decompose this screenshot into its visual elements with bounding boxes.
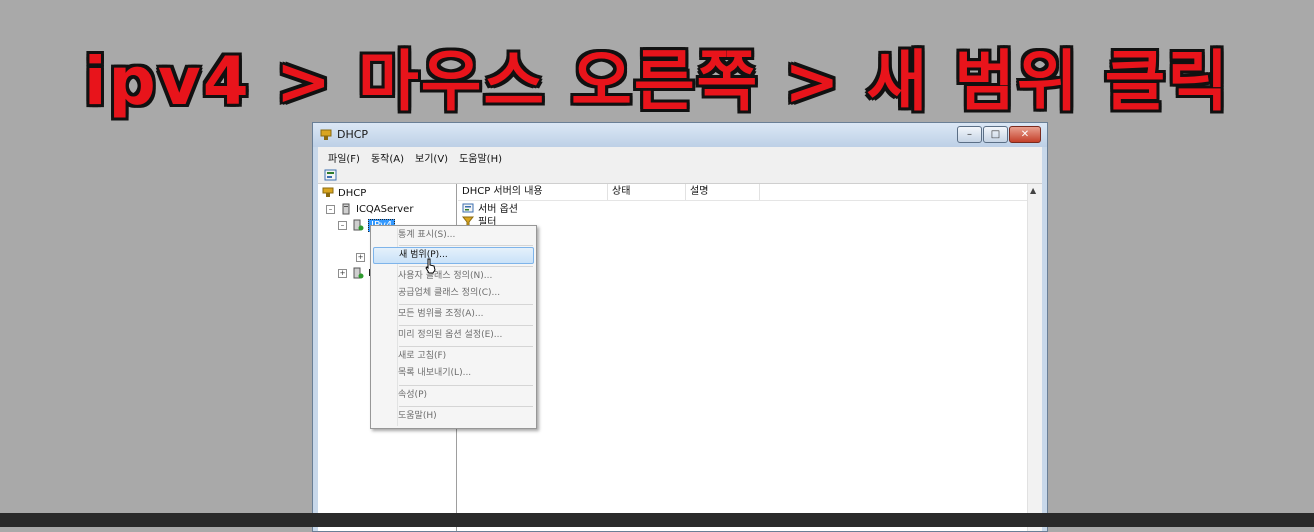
list-header: DHCP 서버의 내용 상태 설명	[458, 184, 1028, 201]
maximize-button[interactable]: □	[983, 126, 1008, 143]
menu-separator	[399, 325, 533, 326]
properties-toolbar-icon[interactable]	[324, 168, 338, 182]
expand-icon[interactable]: +	[338, 268, 347, 278]
menu-item-show-statistics[interactable]: 통계 표시(S)...	[373, 227, 534, 244]
instruction-banner: ipv4 > 마우스 오른쪽 > 새 범위 클릭	[83, 43, 1231, 120]
minimize-button[interactable]: –	[957, 126, 982, 143]
menu-action[interactable]: 동작(A)	[371, 150, 404, 165]
close-button[interactable]: ✕	[1009, 126, 1041, 143]
menu-item-properties[interactable]: 속성(P)	[373, 387, 534, 404]
collapse-icon[interactable]: –	[326, 204, 335, 214]
menu-item-define-vendor-classes[interactable]: 공급업체 클래스 정의(C)...	[373, 285, 534, 302]
expand-icon[interactable]: +	[356, 252, 365, 262]
menu-separator	[399, 245, 533, 246]
column-header-contents[interactable]: DHCP 서버의 내용	[458, 184, 608, 200]
window-title: DHCP	[337, 128, 369, 141]
menu-separator	[399, 406, 533, 407]
context-menu: 통계 표시(S)... 새 범위(P)... 사용자 클래스 정의(N)... …	[370, 225, 537, 429]
menu-view[interactable]: 보기(V)	[415, 150, 448, 165]
column-header-status[interactable]: 상태	[608, 184, 686, 200]
subtitle-bar	[0, 513, 1314, 527]
menu-separator	[399, 304, 533, 305]
tree-item-ipv6[interactable]: + I	[338, 265, 371, 281]
menu-file[interactable]: 파일(F)	[328, 150, 360, 165]
menu-item-help[interactable]: 도움말(H)	[373, 408, 534, 425]
menu-item-export-list[interactable]: 목록 내보내기(L)...	[373, 365, 534, 382]
ipv4-icon	[353, 219, 364, 231]
server-icon	[342, 203, 350, 215]
menu-bar: 파일(F) 동작(A) 보기(V) 도움말(H)	[318, 147, 1042, 167]
tree-item-dhcp[interactable]: DHCP	[322, 185, 366, 201]
dhcp-tree-icon	[322, 187, 334, 197]
menu-item-new-scope[interactable]: 새 범위(P)...	[373, 247, 534, 264]
vertical-scrollbar[interactable]: ▲	[1027, 184, 1042, 531]
menu-help[interactable]: 도움말(H)	[459, 150, 502, 165]
menu-item-reconcile-all-scopes[interactable]: 모든 범위를 조정(A)...	[373, 306, 534, 323]
menu-item-refresh[interactable]: 새로 고침(F)	[373, 348, 534, 365]
tree-label-server: ICQAServer	[356, 203, 414, 215]
collapse-icon[interactable]: –	[338, 220, 347, 230]
result-pane: DHCP 서버의 내용 상태 설명 서버 옵션 필터 ▲	[458, 184, 1042, 531]
title-bar[interactable]: DHCP – □ ✕	[313, 123, 1047, 147]
dhcp-app-icon	[320, 129, 332, 140]
ipv6-icon	[353, 267, 364, 279]
menu-separator	[399, 266, 533, 267]
hand-cursor-icon	[425, 258, 436, 274]
column-header-description[interactable]: 설명	[686, 184, 760, 200]
toolbar	[318, 167, 1042, 184]
tree-item-server[interactable]: – ICQAServer	[326, 201, 413, 217]
menu-item-define-user-classes[interactable]: 사용자 클래스 정의(N)...	[373, 268, 534, 285]
scroll-up-icon[interactable]: ▲	[1030, 186, 1036, 195]
menu-item-set-predefined-options[interactable]: 미리 정의된 옵션 설정(E)...	[373, 327, 534, 344]
menu-separator	[399, 385, 533, 386]
menu-separator	[399, 346, 533, 347]
tree-label-dhcp: DHCP	[338, 187, 367, 199]
server-options-icon	[462, 203, 474, 212]
